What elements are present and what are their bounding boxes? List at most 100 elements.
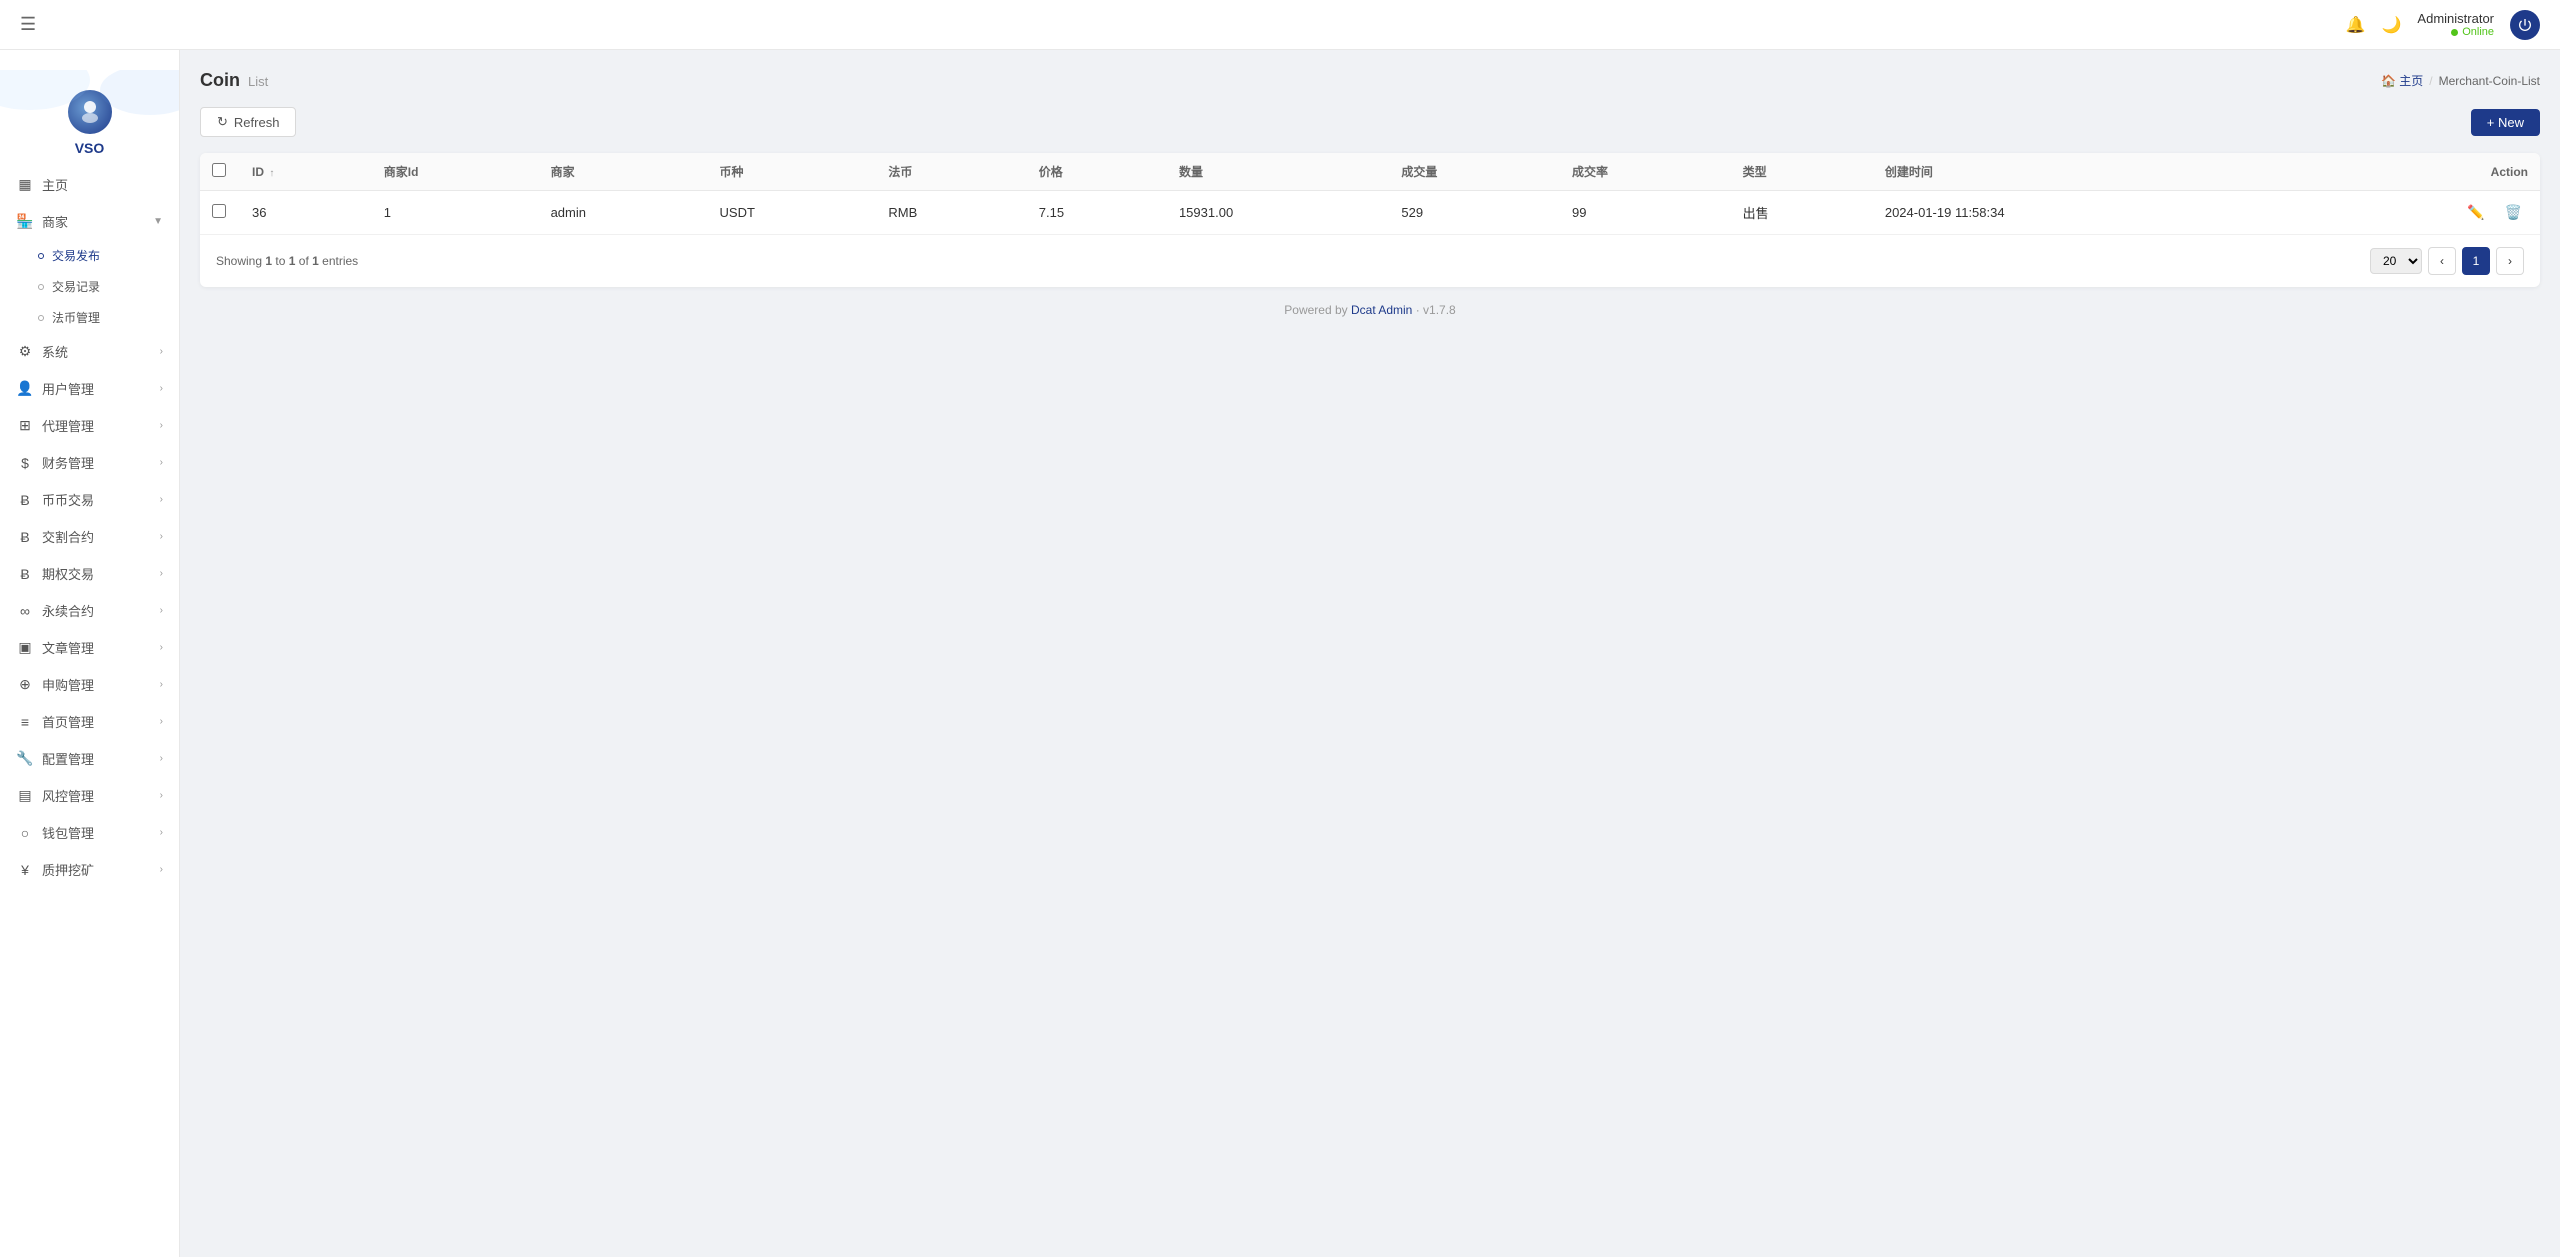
page-header: Coin List 🏠 主页 / Merchant-Coin-List [200,70,2540,91]
sidebar-item-wallet-inner: ○ 钱包管理 [16,823,94,842]
fiat-manage-label: 法币管理 [52,309,100,326]
sidebar-item-user-label: 用户管理 [42,379,94,398]
sidebar-item-trade-contract[interactable]: Ƀ 交割合约 › [0,518,179,555]
sidebar-item-perp[interactable]: ∞ 永续合约 › [0,592,179,629]
sidebar-item-agent-label: 代理管理 [42,416,94,435]
sidebar-subitem-trade-publish[interactable]: 交易发布 [0,240,179,271]
page-size-select[interactable]: 20 [2370,248,2422,274]
menu-toggle-icon[interactable]: ☰ [20,14,36,35]
col-header-type: 类型 [1731,153,1873,191]
perp-nav-icon: ∞ [16,603,34,619]
wallet-nav-icon: ○ [16,825,34,841]
merchant-arrow-icon: ▼ [153,216,163,227]
next-page-button[interactable]: › [2496,247,2524,275]
col-header-fiat: 法币 [876,153,1026,191]
sidebar-item-risk[interactable]: ▤ 风控管理 › [0,777,179,814]
article-arrow-icon: › [160,642,163,653]
page-subtitle: List [248,74,268,89]
sidebar-item-user-manage[interactable]: 👤 用户管理 › [0,370,179,407]
sidebar-subitem-fiat-manage[interactable]: 法币管理 [0,302,179,333]
online-dot [2451,29,2458,36]
config-arrow-icon: › [160,753,163,764]
sidebar-item-finance-label: 财务管理 [42,453,94,472]
sidebar-item-futures-label: 期权交易 [42,564,94,583]
mining-nav-icon: ¥ [16,862,34,878]
sidebar-item-trade-contract-label: 交割合约 [42,527,94,546]
sidebar-item-perp-inner: ∞ 永续合约 [16,601,94,620]
sidebar-item-home[interactable]: ▦ 主页 [0,166,179,203]
sidebar-logo: VSO [0,50,179,166]
coin-nav-icon: Ƀ [16,492,34,508]
data-table: ID ↑ 商家Id 商家 币种 法币 价格 数量 成交量 成交率 类型 创建时间 [200,153,2540,287]
col-header-id: ID ↑ [240,153,372,191]
notification-icon[interactable]: 🔔 [2346,15,2366,35]
sidebar-item-agent-manage[interactable]: ⊞ 代理管理 › [0,407,179,444]
user-avatar[interactable] [2510,10,2540,40]
sidebar-item-article-label: 文章管理 [42,638,94,657]
col-header-merchant: 商家 [539,153,708,191]
edit-button[interactable]: ✏️ [2461,201,2490,224]
table-footer: Showing 1 to 1 of 1 entries 20 ‹ [200,235,2540,287]
sidebar-item-system[interactable]: ⚙ 系统 › [0,333,179,370]
new-button[interactable]: + New [2471,109,2540,136]
sidebar-item-wallet[interactable]: ○ 钱包管理 › [0,814,179,851]
sidebar-item-finance[interactable]: $ 财务管理 › [0,444,179,481]
breadcrumb-home[interactable]: 🏠 主页 [2381,72,2423,89]
cell-created-at: 2024-01-19 11:58:34 [1873,191,2282,235]
agent-arrow-icon: › [160,420,163,431]
sidebar-item-coin-inner: Ƀ 币币交易 [16,490,94,509]
home-manage-arrow-icon: › [160,716,163,727]
sidebar-item-merchant-label: 商家 [42,212,68,231]
col-header-created-at: 创建时间 [1873,153,2282,191]
showing-text: Showing 1 to 1 of 1 entries [216,254,358,268]
sort-icon[interactable]: ↑ [269,168,274,179]
trade-record-label: 交易记录 [52,278,100,295]
sidebar-item-apply[interactable]: ⊕ 申购管理 › [0,666,179,703]
sidebar-item-futures[interactable]: Ƀ 期权交易 › [0,555,179,592]
sidebar-item-merchant[interactable]: 🏪 商家 ▼ [0,203,179,240]
cell-trade-volume: 529 [1389,191,1560,235]
col-header-quantity: 数量 [1167,153,1389,191]
sidebar-item-mining[interactable]: ¥ 质押挖矿 › [0,851,179,888]
risk-arrow-icon: › [160,790,163,801]
sidebar-item-article[interactable]: ▣ 文章管理 › [0,629,179,666]
sidebar-item-home-manage[interactable]: ≡ 首页管理 › [0,703,179,740]
theme-toggle-icon[interactable]: 🌙 [2382,15,2402,35]
futures-nav-icon: Ƀ [16,566,34,582]
delete-button[interactable]: 🗑️ [2499,201,2528,224]
power-icon [2517,17,2533,33]
system-nav-icon: ⚙ [16,343,34,360]
config-nav-icon: 🔧 [16,750,34,767]
cell-trade-count: 99 [1560,191,1731,235]
dcat-admin-link[interactable]: Dcat Admin [1351,303,1412,317]
page-1-button[interactable]: 1 [2462,247,2490,275]
header-right: 🔔 🌙 Administrator Online [2346,10,2540,40]
select-all-checkbox[interactable] [212,163,226,177]
cell-type: 出售 [1731,191,1873,235]
cell-merchant: admin [539,191,708,235]
sidebar-item-coin-trade[interactable]: Ƀ 币币交易 › [0,481,179,518]
sidebar-item-perp-label: 永续合约 [42,601,94,620]
sidebar-item-system-label: 系统 [42,342,68,361]
page-footer: Powered by Dcat Admin · v1.7.8 [200,287,2540,333]
trade-contract-nav-icon: Ƀ [16,529,34,545]
perp-arrow-icon: › [160,605,163,616]
sidebar-item-wallet-label: 钱包管理 [42,823,94,842]
cell-merchant-id: 1 [372,191,539,235]
table-header: ID ↑ 商家Id 商家 币种 法币 价格 数量 成交量 成交率 类型 创建时间 [200,153,2540,191]
sidebar-subitem-trade-record[interactable]: 交易记录 [0,271,179,302]
trade-publish-label: 交易发布 [52,247,100,264]
sidebar-item-apply-inner: ⊕ 申购管理 [16,675,94,694]
refresh-button[interactable]: ↻ Refresh [200,107,296,137]
sidebar-item-finance-inner: $ 财务管理 [16,453,94,472]
col-header-merchant-id: 商家Id [372,153,539,191]
col-header-coin-type: 币种 [708,153,877,191]
breadcrumb-separator: / [2429,74,2432,88]
breadcrumb: 🏠 主页 / Merchant-Coin-List [2381,72,2540,89]
user-arrow-icon: › [160,383,163,394]
row-checkbox[interactable] [212,204,226,218]
prev-page-button[interactable]: ‹ [2428,247,2456,275]
agent-nav-icon: ⊞ [16,417,34,434]
risk-nav-icon: ▤ [16,787,34,804]
sidebar-item-config[interactable]: 🔧 配置管理 › [0,740,179,777]
